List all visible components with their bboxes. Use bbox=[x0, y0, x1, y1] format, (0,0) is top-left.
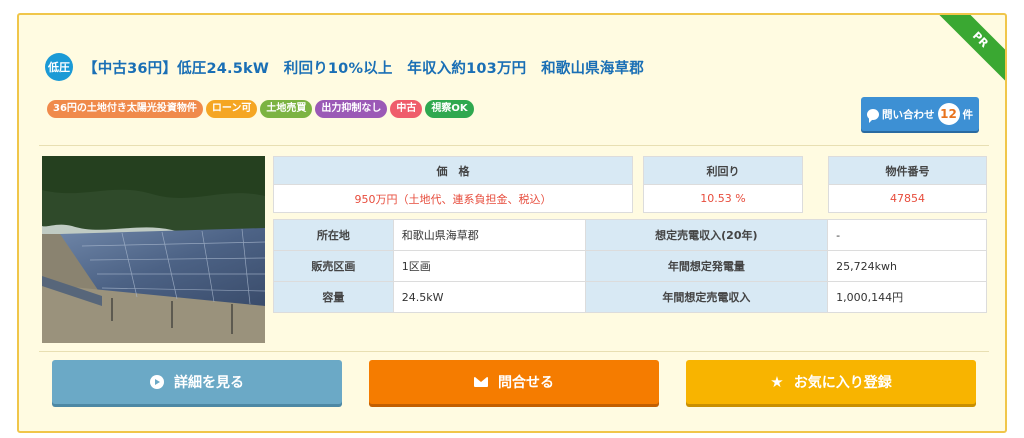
property-card: PR 低圧 【中古36円】低圧24.5kW 利回り10%以上 年収入約103万円… bbox=[17, 13, 1007, 433]
capacity-value: 24.5kW bbox=[392, 281, 586, 313]
expected-income-20y-value: - bbox=[827, 219, 987, 251]
tag-item: 中古 bbox=[390, 100, 423, 118]
divider bbox=[39, 351, 989, 352]
annual-income-label: 年間想定売電収入 bbox=[584, 281, 829, 313]
price-table: 価 格 950万円（土地代、連系負担金、税込） bbox=[273, 156, 633, 213]
tag-item: 出力抑制なし bbox=[315, 100, 388, 118]
chat-bubble-icon bbox=[867, 108, 879, 123]
property-id-table: 物件番号 47854 bbox=[828, 156, 987, 213]
view-details-button[interactable]: 詳細を見る bbox=[52, 360, 342, 404]
annual-generation-label: 年間想定発電量 bbox=[584, 250, 829, 282]
table-row: 販売区画 1区画 年間想定発電量 25,724kwh bbox=[273, 250, 987, 282]
details-table: 所在地 和歌山県海草郡 想定売電収入(20年) - 販売区画 1区画 年間想定発… bbox=[273, 219, 987, 313]
star-icon: ★ bbox=[770, 372, 784, 391]
divider bbox=[39, 145, 989, 146]
view-details-label: 詳細を見る bbox=[174, 375, 244, 391]
tag-item: 36円の土地付き太陽光投資物件 bbox=[47, 100, 203, 118]
inquiry-label: 問い合わせ bbox=[882, 108, 935, 121]
property-title[interactable]: 【中古36円】低圧24.5kW 利回り10%以上 年収入約103万円 和歌山県海… bbox=[83, 57, 644, 78]
table-row: 容量 24.5kW 年間想定売電収入 1,000,144円 bbox=[273, 281, 987, 313]
annual-generation-value: 25,724kwh bbox=[827, 250, 987, 282]
inquiry-suffix: 件 bbox=[962, 108, 974, 121]
location-label: 所在地 bbox=[273, 219, 394, 251]
mail-icon bbox=[474, 377, 488, 387]
title-row: 低圧 【中古36円】低圧24.5kW 利回り10%以上 年収入約103万円 和歌… bbox=[45, 53, 644, 81]
tag-list: 36円の土地付き太陽光投資物件 ローン可 土地売買 出力抑制なし 中古 視察OK bbox=[47, 100, 474, 118]
yield-header: 利回り bbox=[643, 156, 803, 185]
add-favorite-button[interactable]: ★ お気に入り登録 bbox=[686, 360, 976, 404]
property-id-value: 47854 bbox=[828, 184, 987, 213]
pr-ribbon: PR bbox=[933, 15, 1005, 87]
tag-item: ローン可 bbox=[205, 100, 258, 118]
tag-item: 土地売買 bbox=[260, 100, 313, 118]
add-favorite-label: お気に入り登録 bbox=[793, 375, 892, 391]
table-row: 所在地 和歌山県海草郡 想定売電収入(20年) - bbox=[273, 219, 987, 251]
sale-sections-value: 1区画 bbox=[392, 250, 586, 282]
sale-sections-label: 販売区画 bbox=[273, 250, 394, 282]
contact-label: 問合せる bbox=[498, 375, 554, 391]
inquiry-count: 12 bbox=[937, 103, 960, 125]
property-id-header: 物件番号 bbox=[828, 156, 987, 185]
voltage-type-badge: 低圧 bbox=[45, 53, 73, 81]
yield-value: 10.53 % bbox=[643, 184, 803, 213]
inquiry-count-button[interactable]: 問い合わせ 12 件 bbox=[861, 97, 979, 131]
contact-button[interactable]: 問合せる bbox=[369, 360, 659, 404]
price-header: 価 格 bbox=[273, 156, 633, 185]
yield-table: 利回り 10.53 % bbox=[643, 156, 803, 213]
property-photo[interactable] bbox=[42, 156, 265, 343]
annual-income-value: 1,000,144円 bbox=[827, 281, 987, 313]
location-value: 和歌山県海草郡 bbox=[392, 219, 586, 251]
solar-panel-photo bbox=[42, 156, 265, 343]
expected-income-20y-label: 想定売電収入(20年) bbox=[584, 219, 829, 251]
capacity-label: 容量 bbox=[273, 281, 394, 313]
arrow-circle-icon bbox=[150, 375, 164, 389]
price-value: 950万円（土地代、連系負担金、税込） bbox=[273, 184, 633, 213]
tag-item: 視察OK bbox=[425, 100, 474, 118]
